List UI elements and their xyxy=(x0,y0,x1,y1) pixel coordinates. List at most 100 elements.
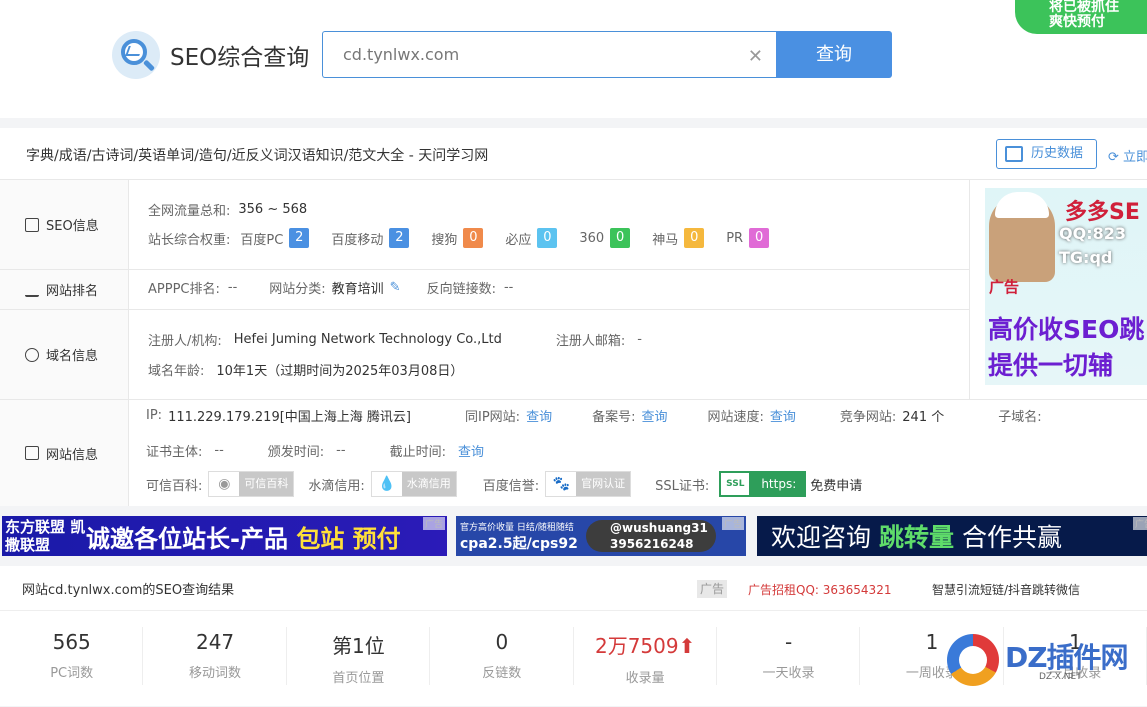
dz-logo-icon xyxy=(947,634,999,686)
backlinks-label: 反向链接数: xyxy=(426,282,496,297)
top-ad[interactable]: 将已被抓住 爽快预付 xyxy=(1015,0,1147,34)
apppc-value: -- xyxy=(227,280,238,295)
expire-time-label: 截止时间: xyxy=(389,445,446,460)
divider xyxy=(0,179,1147,180)
top-ad-line1: 将已被抓住 xyxy=(1049,0,1119,15)
stat-indexed[interactable]: 2万7509⬆ 收录量 xyxy=(574,611,718,707)
side-ad-line4: 高价收SEO跳 xyxy=(988,315,1145,344)
banner1-brand: 东方联盟 凯撒联盟 xyxy=(5,518,86,554)
ssl-apply-link[interactable]: 免费申请 xyxy=(810,475,862,494)
weight-sogou[interactable]: 搜狗 0 xyxy=(431,228,484,248)
ip-label: IP: xyxy=(146,408,163,423)
search-box: ✕ xyxy=(322,31,777,78)
shuidi-badge[interactable]: 💧 水滴信用 xyxy=(370,471,457,497)
rank-row: APPPC排名: -- 网站分类: 教育培训 ✎ 反向链接数: -- xyxy=(148,278,513,297)
speed-query-link[interactable]: 查询 xyxy=(770,406,796,425)
banner2-big: cpa2.5起/cps92 xyxy=(460,536,578,552)
expire-query-link[interactable]: 查询 xyxy=(458,441,484,460)
drop-icon: 💧 xyxy=(371,472,402,496)
divider xyxy=(0,309,969,310)
cert-row: 证书主体: -- 颁发时间: -- 截止时间: 查询 xyxy=(146,441,484,460)
banner3-text-b: 合作共赢 xyxy=(962,523,1063,552)
divider xyxy=(969,179,970,399)
clear-icon[interactable]: ✕ xyxy=(748,46,763,67)
seal-icon: ◉ xyxy=(209,472,240,496)
ad-tag: 广告 xyxy=(721,517,744,530)
ip-row: IP: 111.229.179.219[中国上海上海 腾讯云] 同IP网站: 查… xyxy=(146,406,1042,425)
logo[interactable]: SEO综合查询 xyxy=(112,31,309,79)
mascot-image xyxy=(989,192,1055,282)
weight-baidu-pc[interactable]: 百度PC 2 xyxy=(240,228,310,248)
email-label: 注册人邮箱: xyxy=(555,334,626,349)
seo-info-label: SEO信息 xyxy=(0,180,128,269)
email-value: - xyxy=(637,332,642,347)
weight-pr[interactable]: PR 0 xyxy=(726,228,770,248)
refresh-button[interactable]: ⟳ 立即 xyxy=(1108,146,1147,165)
banner3-text-a: 欢迎咨询 xyxy=(771,523,872,552)
refresh-icon: ⟳ xyxy=(1108,150,1119,165)
stat-home-position[interactable]: 第1位 首页位置 xyxy=(287,611,431,707)
search-button[interactable]: 查询 xyxy=(776,31,892,78)
side-ad-tag: 广告 xyxy=(989,278,1020,296)
banner2-qq: 3956216248 xyxy=(610,537,694,551)
banner-ad-1[interactable]: 东方联盟 凯撒联盟 诚邀各位站长-产品 包站 预付 广告 xyxy=(2,516,447,556)
banner2-small: 官方高价收量 日结/随租随结 xyxy=(460,523,574,533)
trust-baike-badge[interactable]: ◉ 可信百科 xyxy=(208,471,295,497)
ssl-shield-icon: SSL xyxy=(719,471,752,497)
icp-query-link[interactable]: 查询 xyxy=(641,406,667,425)
domain-age-value: 10年1天（过期时间为2025年03月08日） xyxy=(216,364,464,379)
edit-icon[interactable]: ✎ xyxy=(390,280,401,295)
weight-baidu-mobile[interactable]: 百度移动 2 xyxy=(331,228,410,248)
document-icon xyxy=(25,217,39,232)
refresh-label: 立即 xyxy=(1123,150,1147,165)
stat-mobile-words[interactable]: 247 移动词数 xyxy=(143,611,288,707)
banner-ad-2[interactable]: 官方高价收量 日结/随租随结 cpa2.5起/cps92 @wushuang31… xyxy=(456,516,746,556)
site-info-text: 网站信息 xyxy=(46,447,99,463)
stat-pc-words[interactable]: 565 PC词数 xyxy=(0,611,144,707)
domain-info-label: 域名信息 xyxy=(0,310,128,399)
ssl-badge[interactable]: SSL https: xyxy=(719,471,807,497)
site-title: 字典/成语/古诗词/英语单词/造句/近反义词汉语知识/范文大全 - 天问学习网 xyxy=(26,148,489,164)
banner-ad-3[interactable]: 欢迎咨询 跳转量 合作共赢 广告 xyxy=(757,516,1147,556)
weight-bing[interactable]: 必应 0 xyxy=(505,228,558,248)
backlinks-value: -- xyxy=(503,280,514,295)
logo-text: SEO综合查询 xyxy=(170,45,310,71)
results-title: 网站cd.tynlwx.com的SEO查询结果 xyxy=(22,583,235,598)
trust-baike-label: 可信百科: xyxy=(146,478,203,494)
weight-360[interactable]: 360 0 xyxy=(579,228,631,248)
history-data-button[interactable]: 历史数据 xyxy=(996,139,1097,169)
banner2-telegram: @wushuang31 xyxy=(610,521,708,535)
cert-subject-value: -- xyxy=(214,443,224,458)
stat-day-indexed[interactable]: - 一天收录 xyxy=(717,611,861,707)
banner1-highlight: 包站 预付 xyxy=(296,524,401,553)
ssl-label: SSL证书: xyxy=(655,478,710,494)
watermark-sub: DZ-X.NET xyxy=(1039,672,1082,682)
side-ad-line3: TG:qd xyxy=(1059,248,1113,267)
stat-backlinks[interactable]: 0 反链数 xyxy=(430,611,574,707)
search-input[interactable] xyxy=(323,32,723,77)
ad-rent-link[interactable]: 广告招租QQ: 363654321 xyxy=(748,581,891,598)
category-label: 网站分类: xyxy=(269,282,326,297)
side-ad-line1: 多多SE xyxy=(1065,200,1140,225)
ad-label: 广告 xyxy=(697,580,727,598)
apppc-label: APPPC排名: xyxy=(148,282,220,297)
same-ip-query-link[interactable]: 查询 xyxy=(526,406,552,425)
same-ip-label: 同IP网站: xyxy=(465,410,521,425)
trust-row: 可信百科: ◉ 可信百科 水滴信用: 💧 水滴信用 百度信誉: 🐾 官网认证 SSL证… xyxy=(146,471,862,497)
watermark-text: DZ插件网 xyxy=(1005,641,1129,674)
registrant-label: 注册人/机构: xyxy=(148,334,222,349)
site-rank-text: 网站排名 xyxy=(46,284,99,299)
traffic-label: 全网流量总和: xyxy=(148,204,231,219)
registrant-value: Hefei Juming Network Technology Co.,Ltd xyxy=(233,332,502,347)
weight-shenma[interactable]: 神马 0 xyxy=(652,228,705,248)
www-icon xyxy=(25,347,39,362)
side-ad[interactable]: 多多SE QQ:823 TG:qd 广告 高价收SEO跳 提供一切辅 xyxy=(985,188,1147,385)
baidu-trust-badge[interactable]: 🐾 官网认证 xyxy=(545,471,632,497)
competitor-label: 竞争网站: xyxy=(839,410,897,425)
ad-jump-link[interactable]: 智慧引流短链/抖音跳转微信 xyxy=(932,581,1080,598)
banner1-text: 诚邀各位站长-产品 xyxy=(86,524,288,553)
history-icon xyxy=(1005,146,1023,162)
divider xyxy=(128,179,129,506)
registrant-row: 注册人/机构: Hefei Juming Network Technology … xyxy=(148,330,642,349)
ad-tag: 广告 xyxy=(1132,517,1147,530)
